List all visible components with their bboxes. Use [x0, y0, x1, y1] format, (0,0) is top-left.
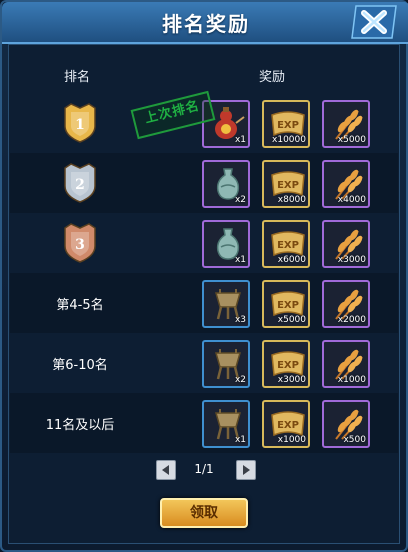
- medal-number: 1: [75, 117, 85, 133]
- pagination: 1/1: [0, 460, 408, 482]
- reward-row: 2 x2 EXP x8000 x4000: [10, 153, 398, 213]
- svg-text:EXP: EXP: [277, 240, 299, 251]
- close-x-icon: [351, 5, 397, 39]
- reward-item[interactable]: x3: [202, 280, 250, 328]
- item-quantity: x1: [234, 435, 246, 445]
- rank-cell: 3: [10, 213, 150, 273]
- svg-text:EXP: EXP: [277, 300, 299, 311]
- item-quantity: x3000: [337, 255, 366, 265]
- reward-item[interactable]: EXP x3000: [262, 340, 310, 388]
- rank-cell: 第6-10名: [10, 333, 150, 393]
- reward-item[interactable]: x1: [202, 400, 250, 448]
- reward-item[interactable]: EXP x1000: [262, 400, 310, 448]
- silver-medal-2-icon: 2: [64, 163, 96, 203]
- item-quantity: x4000: [337, 195, 366, 205]
- claim-button[interactable]: 领取: [160, 498, 248, 528]
- medal-number: 2: [75, 177, 85, 193]
- reward-item[interactable]: x500: [322, 400, 370, 448]
- rank-cell: 11名及以后: [10, 393, 150, 453]
- reward-item[interactable]: x1000: [322, 340, 370, 388]
- rank-cell: 1: [10, 93, 150, 153]
- rank-cell: 2: [10, 153, 150, 213]
- bronze-medal-3-icon: 3: [64, 223, 96, 263]
- item-quantity: x6000: [277, 255, 306, 265]
- reward-row: 第4-5名 x3 EXP x5000 x2000: [10, 273, 398, 333]
- item-quantity: x2: [234, 375, 246, 385]
- reward-item[interactable]: x2: [202, 160, 250, 208]
- reward-row: 11名及以后 x1 EXP x1000 x500: [10, 393, 398, 453]
- rank-cell: 第4-5名: [10, 273, 150, 333]
- item-quantity: x500: [343, 435, 366, 445]
- svg-text:EXP: EXP: [277, 120, 299, 131]
- reward-item[interactable]: EXP x10000: [262, 100, 310, 148]
- rank-label: 11名及以后: [45, 417, 115, 433]
- reward-item[interactable]: x5000: [322, 100, 370, 148]
- svg-text:EXP: EXP: [277, 180, 299, 191]
- item-quantity: x5000: [277, 315, 306, 325]
- arrow-right-icon: [243, 465, 250, 475]
- rank-column-header: 排名: [64, 70, 91, 85]
- item-quantity: x1000: [277, 435, 306, 445]
- rank-label: 第6-10名: [52, 357, 108, 373]
- reward-item[interactable]: x4000: [322, 160, 370, 208]
- reward-column-header: 奖励: [259, 70, 286, 85]
- rank-label: 第4-5名: [56, 297, 104, 313]
- item-quantity: x3000: [277, 375, 306, 385]
- reward-item[interactable]: EXP x5000: [262, 280, 310, 328]
- next-page-button[interactable]: [236, 460, 256, 480]
- reward-row: 第6-10名 x2 EXP x3000 x1000: [10, 333, 398, 393]
- item-quantity: x8000: [277, 195, 306, 205]
- gold-medal-1-icon: 1: [64, 103, 96, 143]
- close-button[interactable]: [348, 4, 400, 40]
- reward-item[interactable]: EXP x8000: [262, 160, 310, 208]
- reward-item[interactable]: x3000: [322, 220, 370, 268]
- reward-item[interactable]: x2000: [322, 280, 370, 328]
- svg-text:EXP: EXP: [277, 360, 299, 371]
- item-quantity: x10000: [272, 135, 306, 145]
- arrow-left-icon: [162, 465, 169, 475]
- medal-number: 3: [75, 237, 85, 253]
- item-quantity: x1000: [337, 375, 366, 385]
- item-quantity: x1: [234, 255, 246, 265]
- prev-page-button[interactable]: [156, 460, 176, 480]
- item-quantity: x2000: [337, 315, 366, 325]
- item-quantity: x3: [234, 315, 246, 325]
- reward-item[interactable]: EXP x6000: [262, 220, 310, 268]
- item-quantity: x2: [234, 195, 246, 205]
- item-quantity: x5000: [337, 135, 366, 145]
- item-quantity: x1: [234, 135, 246, 145]
- reward-item[interactable]: x1: [202, 220, 250, 268]
- svg-text:EXP: EXP: [277, 420, 299, 431]
- page-indicator: 1/1: [194, 462, 214, 476]
- reward-item[interactable]: x2: [202, 340, 250, 388]
- reward-row: 3 x1 EXP x6000 x3000: [10, 213, 398, 273]
